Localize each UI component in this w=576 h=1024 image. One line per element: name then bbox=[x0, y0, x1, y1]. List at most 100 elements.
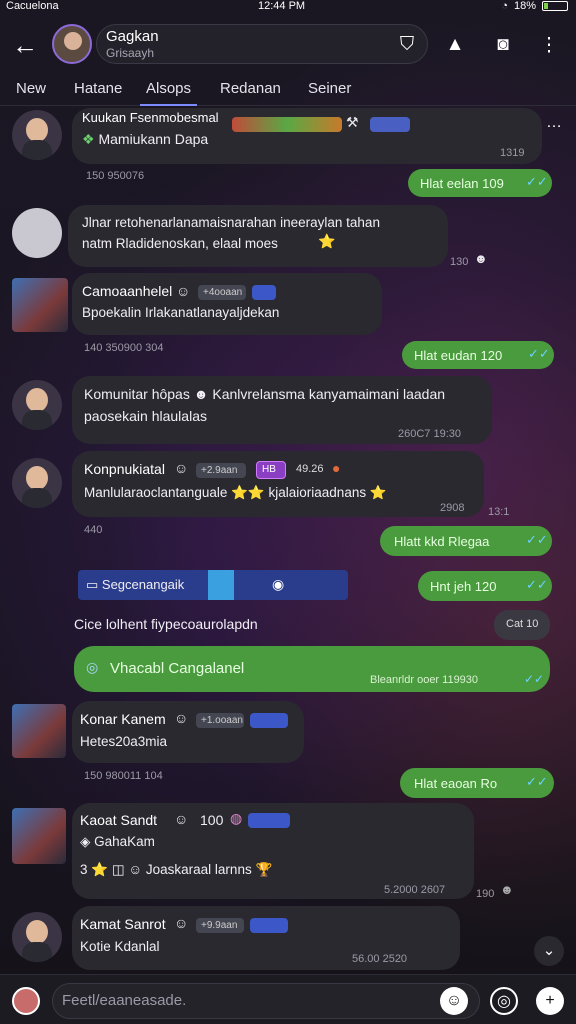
message-text: Manlularaoclantanguale ⭐⭐ kjalaioriaadna… bbox=[84, 485, 387, 500]
chat-header: ← Gagkan Grisaayh ⛉ ▲ ◙ ⋮ bbox=[0, 16, 576, 74]
points-badge: +9.9aan bbox=[196, 918, 244, 933]
star-icon: ⭐ bbox=[369, 485, 387, 500]
points-badge: +4ooaan bbox=[198, 285, 246, 300]
sender-name: Kaoat Sandt bbox=[80, 812, 158, 828]
trophy-icon: 🏆 bbox=[255, 862, 273, 877]
avatar[interactable] bbox=[12, 380, 62, 430]
role-badge bbox=[250, 918, 288, 933]
sender-name: Kuukan Fsenmobesmal bbox=[82, 110, 219, 125]
emoji-icon: ☺ bbox=[174, 710, 189, 726]
outgoing-text: Hlat eelan 109 bbox=[420, 176, 504, 191]
role-badge bbox=[252, 285, 276, 300]
chat-avatar[interactable] bbox=[52, 24, 92, 64]
message-text: Jlnar retohenarlanamaisnarahan ineerayla… bbox=[82, 215, 380, 230]
tab-new[interactable]: New bbox=[16, 80, 46, 97]
avatar[interactable] bbox=[12, 912, 62, 962]
message-text: Komunitar hôpas ☻ Kanlvrelansma kanyamai… bbox=[84, 386, 446, 402]
emoji-icon: ☺ bbox=[174, 915, 189, 931]
check-icon: ✓✓ bbox=[524, 672, 545, 686]
message-text: 3 ⭐ ◫ ☺ Joaskaraal larnns 🏆 bbox=[80, 862, 273, 877]
outgoing-text: Hlat eaoan Ro bbox=[414, 776, 498, 791]
level-label: 100 bbox=[200, 812, 224, 828]
check-icon: ✓✓ bbox=[526, 774, 548, 789]
tab-hatane[interactable]: Hatane bbox=[74, 80, 122, 97]
check-icon: ✓✓ bbox=[526, 577, 548, 592]
message-text: Bpoekalin Irlakanatlanayaljdekan bbox=[82, 305, 280, 320]
points-badge: +2.9aan bbox=[196, 463, 246, 478]
status-bar: Cacuelona 12:44 PM ◔ 18% bbox=[0, 0, 576, 14]
tab-bar: New Hatane Alsops Redanan Seiner bbox=[0, 76, 576, 106]
tab-seiner[interactable]: Seiner bbox=[308, 80, 351, 97]
info-icon: ◈ bbox=[80, 834, 95, 849]
level-badge: HB bbox=[256, 461, 286, 479]
message-text: Hetes20a3mia bbox=[80, 734, 168, 749]
bookmark-icon[interactable]: ▲ bbox=[442, 32, 468, 58]
camera-icon[interactable]: ◎ bbox=[490, 987, 518, 1015]
reaction-icon: ☻ bbox=[500, 882, 514, 897]
system-message: Cice lolhent fiypecoaurolapdn bbox=[74, 616, 258, 632]
more-vertical-icon[interactable]: ⋮ bbox=[536, 32, 562, 58]
add-icon[interactable]: + bbox=[536, 987, 564, 1015]
score-label: 49.26 bbox=[296, 463, 324, 475]
scroll-down-button[interactable]: ⌄ bbox=[534, 936, 564, 966]
avatar[interactable] bbox=[12, 278, 68, 332]
avatar[interactable] bbox=[12, 110, 62, 160]
message-input-placeholder: Feetl/eaaneasade. bbox=[62, 992, 187, 1009]
star-icon: ⭐ ◫ ☺ bbox=[91, 862, 146, 877]
more-icon[interactable]: … bbox=[546, 114, 562, 132]
emoji-icon: ☻ bbox=[193, 386, 209, 402]
message-meta: 440 bbox=[84, 524, 103, 536]
camera-icon[interactable]: ◙ bbox=[490, 32, 516, 58]
avatar[interactable] bbox=[12, 458, 62, 508]
avatar[interactable] bbox=[12, 808, 66, 864]
avatar[interactable] bbox=[12, 704, 66, 758]
message-text: paosekain hlaulalas bbox=[84, 408, 207, 424]
outgoing-text: Vhacabl Cangalanel bbox=[110, 660, 245, 677]
message-text: ❖ Mamiukann Dapa bbox=[82, 131, 209, 147]
user-avatar[interactable] bbox=[12, 987, 40, 1015]
sparkle-icon: ❖ bbox=[82, 131, 99, 147]
points-badge: +1.ooaan bbox=[196, 713, 244, 728]
back-arrow-icon[interactable]: ← bbox=[12, 30, 38, 61]
message-time: 260C7 19:30 bbox=[398, 428, 461, 440]
status-badge bbox=[232, 117, 342, 132]
outgoing-text: Hlat eudan 120 bbox=[414, 348, 503, 363]
composer: Feetl/eaaneasade. ☺ ◎ + bbox=[0, 974, 576, 1024]
sender-name: Konar Kanem bbox=[80, 711, 166, 727]
tab-redanan[interactable]: Redanan bbox=[220, 80, 281, 97]
play-icon: ◎ bbox=[86, 659, 99, 675]
message-text: natm Rladidenoskan, elaal moes bbox=[82, 236, 278, 251]
carrier-label: Cacuelona bbox=[6, 0, 59, 12]
outgoing-text: Hlatt kkd Rlegaa bbox=[394, 534, 490, 549]
star-icon: ⭐ bbox=[318, 233, 336, 249]
message-time: Bleanrldr ooer 119930 bbox=[370, 674, 479, 686]
sticker-icon[interactable]: ☺ bbox=[440, 987, 468, 1015]
emoji-icon: ☺ bbox=[174, 811, 189, 827]
sender-name: Camoaanhelel bbox=[82, 283, 173, 299]
emoji-icon: ● bbox=[332, 460, 341, 476]
avatar[interactable] bbox=[12, 208, 62, 258]
tab-alsops[interactable]: Alsops bbox=[139, 80, 198, 106]
play-icon[interactable]: ◉ bbox=[272, 576, 284, 593]
message-meta: 140 350900 304 bbox=[84, 342, 164, 354]
sender-name: Komunitar hôpas bbox=[84, 386, 190, 402]
sender-name: Kamat Sanrot bbox=[80, 916, 166, 932]
message-meta: 150 950076 bbox=[86, 170, 145, 182]
message-time: 2908 bbox=[440, 502, 465, 514]
message-text: ◈ GahaKam bbox=[80, 834, 155, 849]
outgoing-text: Hnt jeh 120 bbox=[430, 579, 497, 594]
sender-name: Konpnukiatal bbox=[84, 461, 165, 477]
attachment-accent bbox=[208, 570, 234, 600]
message-meta: 190 bbox=[476, 888, 495, 900]
check-icon: ✓✓ bbox=[528, 346, 550, 361]
message-meta: 150 980011 104 bbox=[84, 770, 163, 782]
lock-icon[interactable]: ⛉ bbox=[394, 32, 420, 58]
role-badge bbox=[250, 713, 288, 728]
message-text: Kotie Kdanlal bbox=[80, 939, 160, 954]
star-icon: ⭐⭐ bbox=[231, 485, 265, 500]
role-badge bbox=[370, 117, 410, 132]
wifi-icon: ◔ bbox=[501, 0, 508, 12]
message-time: 5.2000 2607 bbox=[384, 884, 446, 896]
message-meta: 13:1 bbox=[488, 506, 510, 518]
role-badge bbox=[248, 813, 290, 828]
